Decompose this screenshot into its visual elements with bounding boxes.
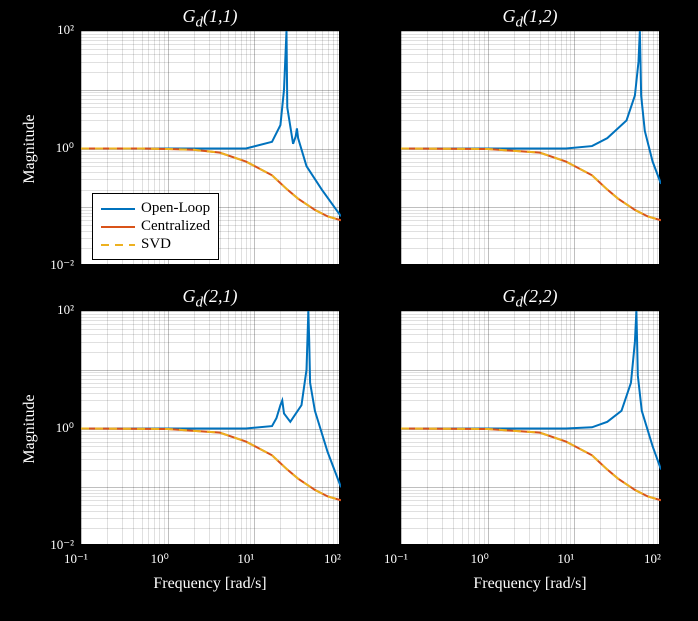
legend-item-svd: SVD	[101, 236, 210, 253]
panel-title-22: Gd(2,2)	[400, 286, 660, 312]
legend-item-centralized: Centralized	[101, 218, 210, 235]
series-svd	[401, 429, 661, 501]
xtick: 10⁻¹	[64, 551, 88, 567]
legend-swatch-centralized	[101, 220, 135, 234]
series-centralized	[81, 429, 341, 501]
series-open-loop	[401, 31, 661, 184]
series-svd	[81, 429, 341, 501]
legend-label-open-loop: Open-Loop	[141, 200, 210, 217]
series-centralized	[401, 429, 661, 501]
xtick: 10⁰	[471, 551, 489, 567]
ytick: 10²	[57, 22, 74, 38]
series-open-loop	[401, 311, 661, 470]
figure-root: Gd(1,1) Gd(1,2) Gd(2,1) Gd(2,2) Magnitud…	[0, 0, 698, 621]
legend-swatch-open-loop	[101, 202, 135, 216]
xtick: 10¹	[557, 551, 574, 567]
panel-gd12	[400, 30, 660, 265]
legend-label-centralized: Centralized	[141, 218, 210, 235]
xtick: 10²	[324, 551, 341, 567]
panel-gd22	[400, 310, 660, 545]
legend-swatch-svd	[101, 238, 135, 252]
xtick: 10⁻¹	[384, 551, 408, 567]
panel-title-11: Gd(1,1)	[80, 6, 340, 32]
legend-label-svd: SVD	[141, 236, 171, 253]
xlabel-right: Frequency [rad/s]	[400, 575, 660, 593]
ylabel-top: Magnitude	[21, 109, 39, 189]
panel-title-21: Gd(2,1)	[80, 286, 340, 312]
ytick: 10⁰	[56, 420, 74, 436]
ytick: 10⁻²	[50, 257, 74, 273]
series-open-loop	[81, 311, 341, 487]
xtick: 10¹	[237, 551, 254, 567]
xtick: 10²	[644, 551, 661, 567]
legend-item-open-loop: Open-Loop	[101, 200, 210, 217]
series-centralized	[401, 149, 661, 221]
panel-title-12: Gd(1,2)	[400, 6, 660, 32]
series-open-loop	[81, 31, 341, 216]
xtick: 10⁰	[151, 551, 169, 567]
ytick: 10²	[57, 302, 74, 318]
xlabel-left: Frequency [rad/s]	[80, 575, 340, 593]
series-svd	[401, 149, 661, 221]
panel-gd21	[80, 310, 340, 545]
ytick: 10⁰	[56, 140, 74, 156]
legend: Open-Loop Centralized SVD	[92, 193, 219, 260]
ylabel-bottom: Magnitude	[21, 389, 39, 469]
